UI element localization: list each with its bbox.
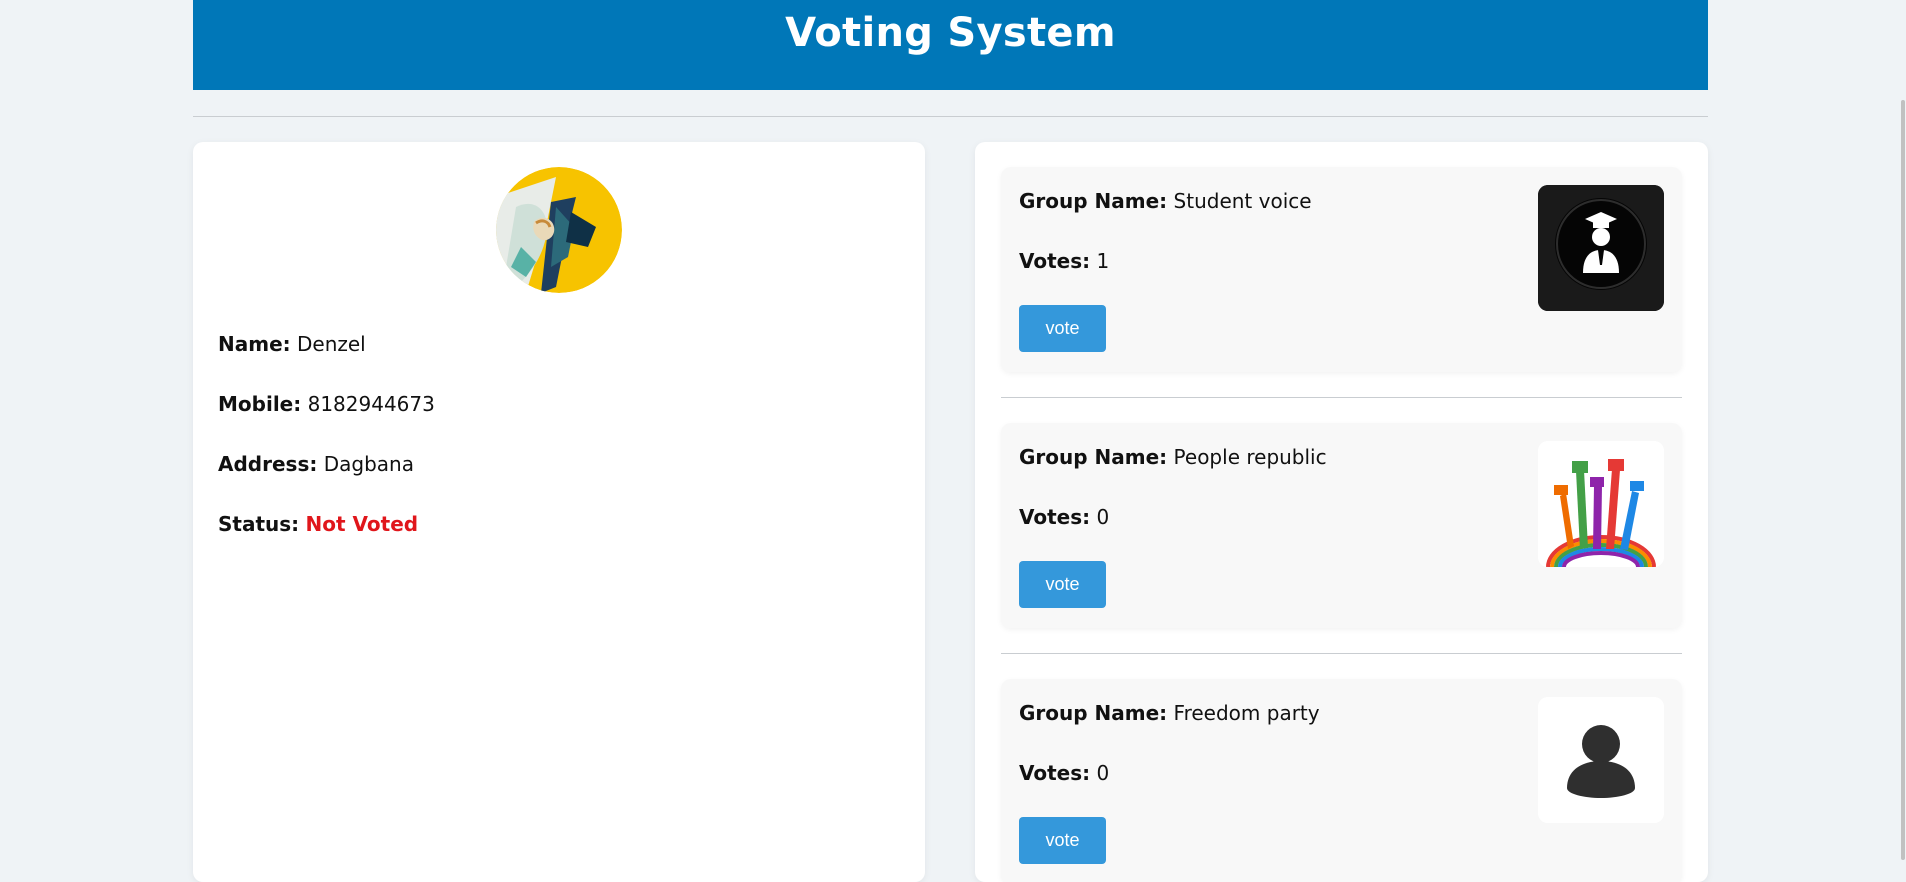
votes-label: Votes: bbox=[1019, 249, 1091, 273]
name-label: Name: bbox=[218, 332, 291, 356]
name-value: Denzel bbox=[297, 332, 366, 356]
group-name-value: Freedom party bbox=[1173, 701, 1320, 725]
app-header: Voting System bbox=[193, 0, 1708, 90]
group-divider bbox=[1001, 653, 1682, 654]
group-card: Group Name: People republic Votes: 0 vot… bbox=[1001, 423, 1682, 628]
page-scrollbar[interactable] bbox=[1900, 0, 1906, 861]
profile-name-row: Name: Denzel bbox=[218, 332, 366, 356]
group-name-label: Group Name: bbox=[1019, 445, 1168, 469]
group-name-row: Group Name: Freedom party bbox=[1019, 701, 1320, 725]
group-name-row: Group Name: People republic bbox=[1019, 445, 1327, 469]
group-votes-row: Votes: 1 bbox=[1019, 249, 1109, 273]
group-card: Group Name: Student voice Votes: 1 vote bbox=[1001, 167, 1682, 372]
group-name-value: People republic bbox=[1173, 445, 1327, 469]
votes-label: Votes: bbox=[1019, 505, 1091, 529]
profile-mobile-row: Mobile: 8182944673 bbox=[218, 392, 435, 416]
address-value: Dagbana bbox=[323, 452, 414, 476]
header-divider bbox=[193, 116, 1708, 117]
mobile-value: 8182944673 bbox=[307, 392, 435, 416]
vote-button[interactable]: vote bbox=[1019, 305, 1106, 352]
group-divider bbox=[1001, 397, 1682, 398]
mobile-label: Mobile: bbox=[218, 392, 302, 416]
graduate-icon bbox=[1538, 185, 1664, 311]
group-name-value: Student voice bbox=[1173, 189, 1312, 213]
user-avatar-icon bbox=[496, 167, 622, 293]
page-title: Voting System bbox=[785, 10, 1116, 56]
groups-panel: Group Name: Student voice Votes: 1 vote … bbox=[975, 142, 1708, 882]
group-name-label: Group Name: bbox=[1019, 701, 1168, 725]
group-votes-row: Votes: 0 bbox=[1019, 761, 1109, 785]
group-name-row: Group Name: Student voice bbox=[1019, 189, 1312, 213]
profile-status-row: Status: Not Voted bbox=[218, 512, 418, 536]
address-label: Address: bbox=[218, 452, 318, 476]
group-votes-row: Votes: 0 bbox=[1019, 505, 1109, 529]
raised-hands-icon bbox=[1538, 441, 1664, 567]
group-card: Group Name: Freedom party Votes: 0 vote bbox=[1001, 679, 1682, 882]
vote-button[interactable]: vote bbox=[1019, 817, 1106, 864]
status-label: Status: bbox=[218, 512, 300, 536]
group-name-label: Group Name: bbox=[1019, 189, 1168, 213]
votes-value: 0 bbox=[1096, 761, 1110, 785]
vote-button[interactable]: vote bbox=[1019, 561, 1106, 608]
votes-label: Votes: bbox=[1019, 761, 1091, 785]
voter-profile-card: Name: Denzel Mobile: 8182944673 Address:… bbox=[193, 142, 925, 882]
profile-address-row: Address: Dagbana bbox=[218, 452, 414, 476]
scrollbar-thumb[interactable] bbox=[1901, 100, 1905, 860]
status-badge: Not Voted bbox=[305, 512, 419, 536]
votes-value: 1 bbox=[1096, 249, 1110, 273]
person-silhouette-icon bbox=[1538, 697, 1664, 823]
votes-value: 0 bbox=[1096, 505, 1110, 529]
